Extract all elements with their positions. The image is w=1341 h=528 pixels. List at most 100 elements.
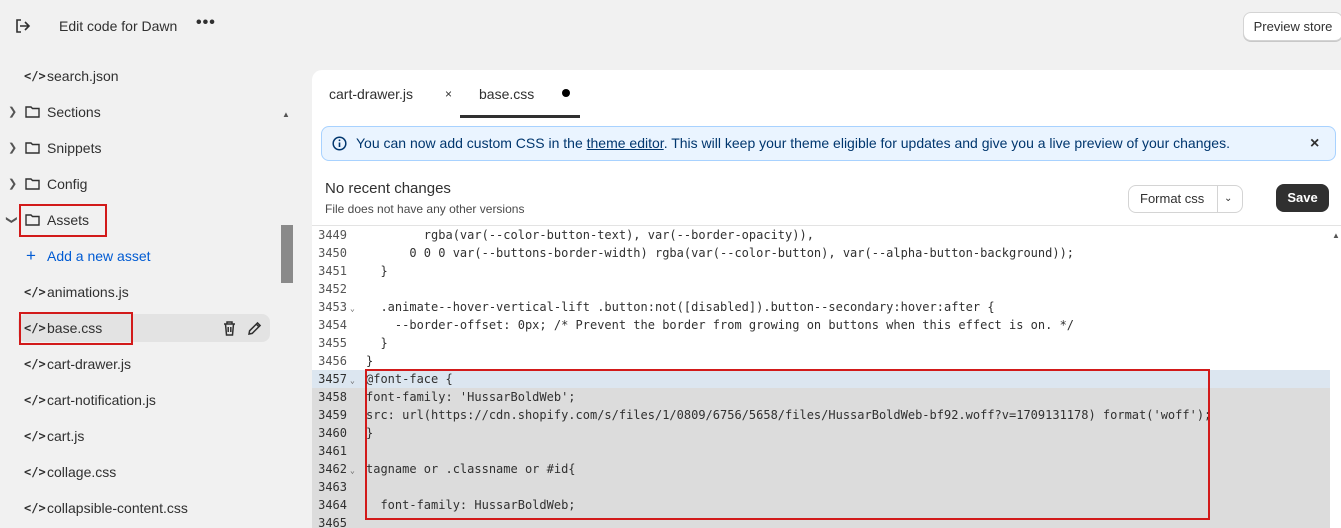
code-file-icon: </> <box>24 501 46 515</box>
exit-icon[interactable] <box>14 17 32 35</box>
close-tab-icon[interactable]: × <box>445 70 452 118</box>
folder-icon <box>25 106 40 118</box>
line-number: 3458 <box>318 390 347 404</box>
code-text: 0 0 0 var(--buttons-border-width) rgba(v… <box>366 246 1075 260</box>
line-number: 3453 <box>318 300 347 314</box>
line-number: 3449 <box>318 228 347 242</box>
sidebar-item-cart-js[interactable]: </> cart.js <box>0 422 272 450</box>
code-editor[interactable]: ▲ 3449 rgba(var(--color-button-text), va… <box>312 225 1341 528</box>
code-file-icon: </> <box>24 69 46 83</box>
code-text: .animate--hover-vertical-lift .button:no… <box>366 300 995 314</box>
line-number: 3461 <box>318 444 347 458</box>
chevron-right-icon[interactable]: ❯ <box>8 170 17 198</box>
info-banner: You can now add custom CSS in the theme … <box>321 126 1336 161</box>
code-file-icon: </> <box>24 429 46 443</box>
changes-title: No recent changes <box>325 180 451 197</box>
theme-editor-link[interactable]: theme editor <box>587 135 664 151</box>
line-number: 3450 <box>318 246 347 260</box>
chevron-down-icon[interactable]: ⌄ <box>1224 186 1232 212</box>
code-file-icon: </> <box>24 393 46 407</box>
info-icon <box>332 136 347 151</box>
line-number: 3459 <box>318 408 347 422</box>
add-new-asset-link[interactable]: + Add a new asset <box>0 242 272 270</box>
sidebar-item-label: Sections <box>47 104 101 120</box>
highlight-box-font-face <box>365 369 1210 520</box>
line-number: 3464 <box>318 498 347 512</box>
sidebar-item-search-json[interactable]: </> search.json <box>0 62 272 90</box>
chevron-right-icon[interactable]: ❯ <box>8 134 17 162</box>
changes-subtitle: File does not have any other versions <box>325 202 525 216</box>
code-file-icon: </> <box>24 465 46 479</box>
pencil-icon[interactable] <box>247 320 262 336</box>
banner-prefix: You can now add custom CSS in the <box>356 135 587 151</box>
line-number: 3462 <box>318 462 347 476</box>
code-text: } <box>366 336 388 350</box>
divider <box>1217 186 1218 212</box>
sidebar-item-animations-js[interactable]: </> animations.js <box>0 278 272 306</box>
line-number: 3454 <box>318 318 347 332</box>
preview-store-button[interactable]: Preview store <box>1243 12 1341 41</box>
close-banner-icon[interactable]: × <box>1310 127 1319 160</box>
tab-cart-drawer-js[interactable]: cart-drawer.js <box>329 70 413 118</box>
code-line[interactable]: 3456} <box>312 352 1330 370</box>
tab-base-css[interactable]: base.css <box>479 70 534 118</box>
line-number: 3465 <box>318 516 347 528</box>
add-asset-label: Add a new asset <box>47 248 151 264</box>
scroll-up-icon[interactable]: ▲ <box>282 110 290 119</box>
sidebar-item-label: collapsible-content.css <box>47 500 188 516</box>
sidebar-item-cart-drawer-js[interactable]: </> cart-drawer.js <box>0 350 272 378</box>
code-text: } <box>366 354 374 368</box>
highlight-box-assets <box>19 204 107 237</box>
active-tab-indicator <box>460 115 580 118</box>
sidebar-item-label: collage.css <box>47 464 117 480</box>
code-file-icon: </> <box>24 357 46 371</box>
sidebar-item-label: Snippets <box>47 140 102 156</box>
line-number: 3457 <box>318 372 347 386</box>
code-line[interactable]: 3454 --border-offset: 0px; /* Prevent th… <box>312 316 1330 334</box>
format-css-label: Format css <box>1140 191 1205 206</box>
save-button[interactable]: Save <box>1276 184 1329 212</box>
highlight-box-base-css <box>19 312 133 345</box>
more-actions-button[interactable]: ••• <box>196 14 216 32</box>
code-text: rgba(var(--color-button-text), var(--bor… <box>366 228 814 242</box>
line-number: 3456 <box>318 354 347 368</box>
sidebar-item-label: cart.js <box>47 428 85 444</box>
line-number: 3460 <box>318 426 347 440</box>
sidebar-item-collapsible-content-css[interactable]: </> collapsible-content.css <box>0 494 272 522</box>
sidebar-item-label: cart-drawer.js <box>47 356 132 372</box>
sidebar-item-label: Config <box>47 176 88 192</box>
trash-icon[interactable] <box>222 320 237 336</box>
code-line[interactable]: 3451 } <box>312 262 1330 280</box>
editor-panel: cart-drawer.js × base.css You can now ad… <box>312 70 1341 528</box>
folder-icon <box>25 142 40 154</box>
code-line[interactable]: 3452 <box>312 280 1330 298</box>
format-css-button[interactable]: Format css ⌄ <box>1128 185 1243 213</box>
scroll-up-icon[interactable]: ▲ <box>1332 231 1340 240</box>
banner-text: You can now add custom CSS in the theme … <box>356 127 1230 160</box>
sidebar-item-collage-css[interactable]: </> collage.css <box>0 458 272 486</box>
sidebar-scrollbar[interactable] <box>281 225 293 283</box>
code-line[interactable]: 3450 0 0 0 var(--buttons-border-width) r… <box>312 244 1330 262</box>
sidebar-item-sections[interactable]: ❯ Sections <box>0 98 272 126</box>
sidebar-item-label: search.json <box>47 68 119 84</box>
code-text: --border-offset: 0px; /* Prevent the bor… <box>366 318 1075 332</box>
folder-icon <box>25 178 40 190</box>
top-bar: Edit code for Dawn ••• Preview store <box>0 0 1341 52</box>
code-line[interactable]: 3449 rgba(var(--color-button-text), var(… <box>312 226 1330 244</box>
sidebar-item-config[interactable]: ❯ Config <box>0 170 272 198</box>
sidebar-item-snippets[interactable]: ❯ Snippets <box>0 134 272 162</box>
sidebar-item-label: animations.js <box>47 284 129 300</box>
file-sidebar: ▲ </> search.json ❯ Sections ❯ Snippets … <box>0 52 296 528</box>
line-number: 3451 <box>318 264 347 278</box>
code-line[interactable]: 3455 } <box>312 334 1330 352</box>
unsaved-indicator[interactable] <box>562 89 570 97</box>
line-number: 3452 <box>318 282 347 296</box>
line-number: 3455 <box>318 336 347 350</box>
plus-icon: + <box>26 246 36 265</box>
code-file-icon: </> <box>24 285 46 299</box>
code-text: } <box>366 264 388 278</box>
sidebar-item-cart-notification-js[interactable]: </> cart-notification.js <box>0 386 272 414</box>
chevron-right-icon[interactable]: ❯ <box>8 98 17 126</box>
code-line[interactable]: 3453 ⌄ .animate--hover-vertical-lift .but… <box>312 298 1330 316</box>
banner-suffix: . This will keep your theme eligible for… <box>663 135 1230 151</box>
